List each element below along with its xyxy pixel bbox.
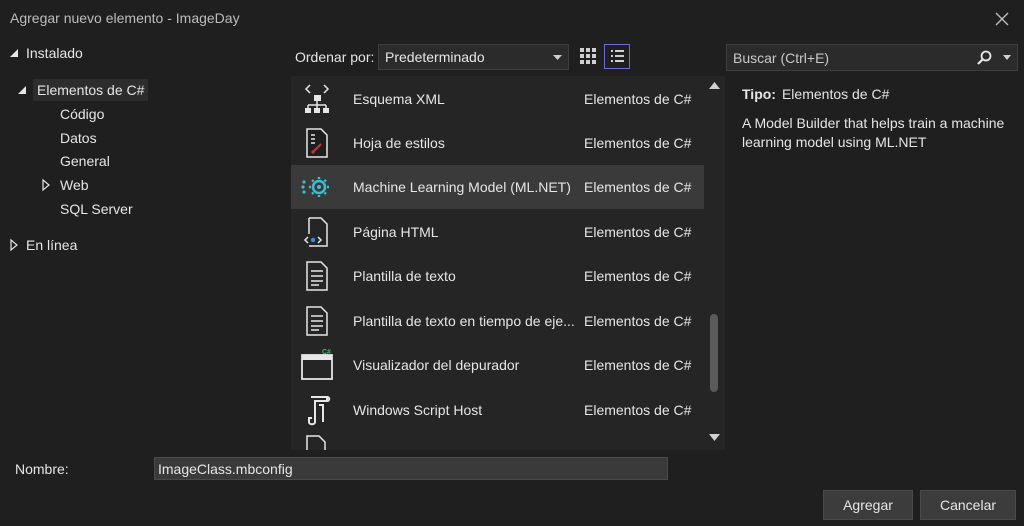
list-view-icon — [611, 50, 624, 62]
name-label: Nombre: — [15, 461, 69, 477]
list-item[interactable]: Plantilla de texto en tiempo de eje... E… — [291, 299, 704, 343]
tree-item-online[interactable]: En línea — [10, 234, 78, 256]
scroll-down-arrow-icon[interactable] — [709, 434, 720, 441]
chevron-down-icon — [553, 55, 562, 60]
title-bar: Agregar nuevo elemento - ImageDay — [0, 0, 1024, 37]
tree-item-label: Datos — [60, 130, 97, 146]
item-category: Elementos de C# — [584, 357, 692, 373]
close-icon[interactable] — [990, 7, 1014, 31]
cancel-button[interactable]: Cancelar — [920, 490, 1016, 520]
expanded-arrow-icon[interactable] — [16, 79, 28, 101]
search-input[interactable]: Buscar (Ctrl+E) — [733, 50, 829, 66]
item-category: Elementos de C# — [584, 313, 692, 329]
item-description: A Model Builder that helps train a machi… — [742, 115, 1005, 150]
item-name: Visualizador del depurador — [353, 357, 520, 373]
xml-schema-icon — [304, 84, 330, 113]
tree-item-label: Web — [60, 177, 89, 193]
list-item[interactable]: Windows Script Host Elementos de C# — [291, 388, 704, 432]
search-box[interactable]: Buscar (Ctrl+E) — [726, 44, 1018, 71]
item-category: Elementos de C# — [584, 402, 692, 418]
collapsed-arrow-icon[interactable] — [40, 174, 52, 196]
tree-item-sql-server[interactable]: SQL Server — [60, 198, 133, 220]
item-name: Esquema XML — [353, 91, 445, 107]
sort-value: Predeterminado — [385, 49, 485, 65]
item-name: Machine Learning Model (ML.NET) — [353, 179, 571, 195]
tree-item-general[interactable]: General — [60, 150, 110, 172]
item-name: Plantilla de texto en tiempo de eje... — [353, 313, 575, 329]
item-name: Windows Script Host — [353, 402, 483, 418]
window-title: Agregar nuevo elemento - ImageDay — [10, 10, 240, 26]
runtime-text-template-icon — [306, 306, 328, 336]
html-page-icon — [303, 217, 328, 247]
list-item[interactable]: Plantilla de texto Elementos de C# — [291, 254, 704, 298]
sort-select[interactable]: Predeterminado — [378, 44, 569, 70]
item-category: Elementos de C# — [584, 268, 692, 284]
tree-item-label: Elementos de C# — [37, 82, 145, 98]
grid-view-icon[interactable] — [577, 45, 599, 67]
debugger-visualizer-icon: C# — [301, 349, 333, 380]
details-panel: Tipo: Elementos de C# A Model Builder tha… — [742, 86, 1012, 152]
item-category: Elementos de C# — [584, 224, 692, 240]
stylesheet-icon — [306, 128, 328, 158]
list-item-selected[interactable]: Machine Learning Model (ML.NET) Elemento… — [291, 165, 704, 209]
category-tree: Instalado Elementos de C# Código Datos G… — [0, 37, 290, 450]
svg-text:C#: C# — [322, 349, 331, 356]
type-value: Elementos de C# — [781, 86, 890, 102]
tree-item-label: Código — [60, 106, 105, 122]
item-name: Plantilla de texto — [353, 268, 456, 284]
scroll-up-arrow-icon[interactable] — [709, 82, 720, 89]
file-icon — [306, 435, 326, 450]
scrollbar-thumb[interactable] — [710, 314, 718, 392]
item-name: Página HTML — [353, 224, 439, 240]
text-template-icon — [306, 261, 328, 291]
list-view-button[interactable] — [604, 44, 630, 69]
tree-item-installed[interactable]: Instalado — [10, 42, 83, 64]
tree-item-label: General — [60, 153, 110, 169]
item-name: Hoja de estilos — [353, 135, 445, 151]
windows-script-host-icon — [308, 396, 331, 426]
tree-item-datos[interactable]: Datos — [60, 127, 97, 149]
sort-label: Ordenar por: — [295, 49, 375, 65]
chevron-down-icon[interactable] — [1003, 55, 1011, 60]
search-icon[interactable] — [975, 49, 993, 67]
list-item[interactable]: C# Visualizador del depurador Elementos … — [291, 343, 704, 387]
name-input[interactable] — [154, 457, 668, 480]
add-button[interactable]: Agregar — [823, 490, 913, 520]
list-scrollbar[interactable] — [704, 76, 725, 450]
collapsed-arrow-icon[interactable] — [8, 234, 20, 256]
tree-item-label: En línea — [26, 237, 78, 253]
tree-item-label: Instalado — [26, 45, 83, 61]
tree-item-label: SQL Server — [60, 201, 133, 217]
tree-item-codigo[interactable]: Código — [60, 103, 104, 125]
item-category: Elementos de C# — [584, 91, 692, 107]
expanded-arrow-icon[interactable] — [8, 42, 20, 64]
tree-item-csharp[interactable]: Elementos de C# — [18, 79, 149, 101]
item-category: Elementos de C# — [584, 135, 692, 151]
list-item[interactable]: Esquema XML Elementos de C# — [291, 77, 704, 121]
list-item[interactable]: Página HTML Elementos de C# — [291, 210, 704, 254]
item-category: Elementos de C# — [584, 179, 692, 195]
ml-model-icon — [301, 177, 329, 197]
list-item[interactable]: Hoja de estilos Elementos de C# — [291, 121, 704, 165]
tree-item-web[interactable]: Web — [42, 174, 89, 196]
template-list: Esquema XML Elementos de C# Hoja de esti… — [291, 76, 725, 450]
type-label: Tipo: — [742, 86, 776, 102]
